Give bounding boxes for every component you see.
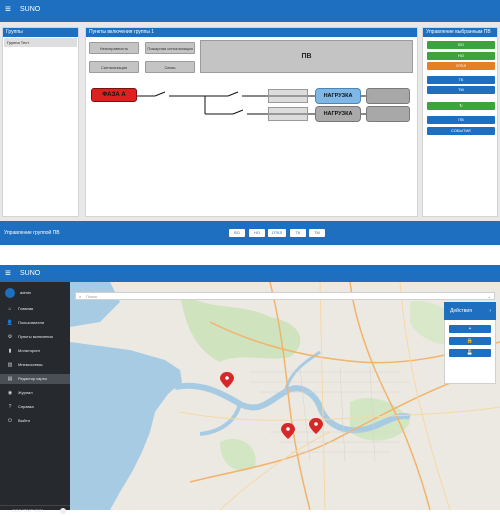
logout-icon: ⏻ <box>8 418 12 424</box>
theme-toggle-icon[interactable] <box>60 508 66 514</box>
sidebar-item-label: Редактор карты <box>18 376 48 381</box>
chevron-right-icon[interactable]: › <box>489 302 491 320</box>
monitoring-icon: ▮ <box>8 348 12 354</box>
sidebar-item-label: Журнал <box>18 390 33 395</box>
sidebar-item-label: Справка <box>18 404 34 409</box>
help-icon: ? <box>8 404 12 410</box>
device-box-2 <box>366 106 410 122</box>
signaling-button[interactable]: Сигнализация <box>89 61 139 73</box>
group-no-button[interactable]: НО <box>249 229 265 237</box>
tm-button[interactable]: ТМ <box>427 86 495 94</box>
cell-box <box>268 96 308 103</box>
groups-panel-title: Группы <box>3 28 78 37</box>
menu-icon[interactable]: ≡ <box>5 4 11 15</box>
sidebar-item-logout[interactable]: ⏻ Выйти <box>0 416 70 426</box>
group-vo-button[interactable]: ВО <box>229 229 245 237</box>
group-control-bar: Управление группой ПВ ВО НО ОТКЛ ТК ТМ <box>0 221 500 245</box>
map-editor-icon: ▤ <box>7 376 13 382</box>
footer-copyright: ООО "ПМГ" 2021 <box>12 508 44 513</box>
fault-button[interactable]: Неисправность <box>89 42 139 54</box>
lock-button[interactable]: 🔒 <box>449 337 491 345</box>
sidebar-item-map-editor[interactable]: ▤ Редактор карты <box>0 374 70 384</box>
vo-button[interactable]: ВО <box>427 41 495 49</box>
sidebar-item-label: Главная <box>18 306 34 311</box>
sidebar-item-label: Мониторинг <box>18 348 41 353</box>
app-title: SUNO <box>20 6 41 13</box>
pv-button[interactable]: ПВ <box>427 116 495 124</box>
tk-button[interactable]: ТК <box>427 76 495 84</box>
switch-points-icon: ⚙ <box>7 334 13 340</box>
load-indicator-1[interactable]: НАГРУЗКА <box>315 88 361 104</box>
group-tk-button[interactable]: ТК <box>290 229 306 237</box>
switching-points-screen: ≡ SUNO Группы Группа Тест Пункты включен… <box>0 0 500 245</box>
cell-box <box>268 114 308 121</box>
sidebar-item-users[interactable]: 👤 Пользователи <box>0 318 70 328</box>
pv-indicator[interactable]: ПВ <box>200 40 413 73</box>
map-editor-screen: ≡ SUNO admin ⌂ Главная 👤 Пользователи ⚙ Пун… <box>0 265 500 514</box>
mnemonic-icon: ▥ <box>7 362 13 368</box>
save-button[interactable]: 💾 <box>449 349 491 357</box>
sidebar-item-label: Пункты включения <box>18 334 53 339</box>
actions-header[interactable]: Действия › <box>444 302 496 320</box>
group-control-label: Управление группой ПВ <box>4 230 60 236</box>
groups-panel: Группы Группа Тест <box>2 27 79 217</box>
switching-points-title: Пункты включения группы 1 <box>86 28 417 37</box>
cell-box <box>268 89 308 96</box>
control-panel-title: Управление выбранным ПВ <box>423 28 497 37</box>
map-search-bar[interactable]: ⌕ Поиск ⌄ <box>75 292 495 300</box>
off-button[interactable]: ОТКЛ <box>427 62 495 70</box>
add-button[interactable]: + <box>449 325 491 333</box>
user-avatar-icon[interactable] <box>5 288 15 298</box>
sidebar-item-mnemonic[interactable]: ▥ Мнемосхемы <box>0 360 70 370</box>
load-indicator-2[interactable]: НАГРУЗКА <box>315 106 361 122</box>
sidebar-item-label: Мнемосхемы <box>18 362 43 367</box>
search-icon: ⌕ <box>79 294 82 299</box>
event-button[interactable]: СОБЫТИЕ <box>427 127 495 135</box>
link-button[interactable]: Связь <box>145 61 195 73</box>
users-icon: 👤 <box>6 320 14 326</box>
actions-title: Действия <box>450 308 472 314</box>
phase-a-indicator[interactable]: ФАЗА А <box>91 88 137 102</box>
fire-alarm-button[interactable]: Пожарная сигнализация <box>145 42 195 54</box>
group-tm-button[interactable]: ТМ <box>309 229 325 237</box>
sidebar-item-switch-points[interactable]: ⚙ Пункты включения <box>0 332 70 342</box>
city-map[interactable] <box>70 282 500 510</box>
sidebar-footer: ООО "ПМГ" 2021 <box>0 505 70 515</box>
menu-icon[interactable]: ≡ <box>5 268 11 279</box>
sidebar-item-label: Пользователи <box>18 320 45 325</box>
cell-box <box>268 107 308 114</box>
chevron-down-icon[interactable]: ⌄ <box>488 293 491 300</box>
device-box-1 <box>366 88 410 104</box>
home-icon: ⌂ <box>8 306 12 312</box>
refresh-button[interactable]: ↻ <box>427 102 495 110</box>
map-app-title: SUNO <box>20 270 41 277</box>
sidebar-item-home[interactable]: ⌂ Главная <box>0 304 70 314</box>
group-list-item[interactable]: Группа Тест <box>4 38 77 47</box>
user-name: admin <box>20 290 31 295</box>
map-canvas[interactable] <box>70 282 500 510</box>
no-button[interactable]: НО <box>427 52 495 60</box>
journal-icon: ◉ <box>7 390 13 396</box>
top-app-bar: ≡ SUNO <box>0 0 500 22</box>
sidebar-item-journal[interactable]: ◉ Журнал <box>0 388 70 398</box>
search-input[interactable]: Поиск <box>86 293 97 300</box>
map-app-bar: ≡ SUNO <box>0 265 500 282</box>
sidebar-item-label: Выйти <box>18 418 30 423</box>
group-off-button[interactable]: ОТКЛ <box>268 229 286 237</box>
sidebar-item-monitoring[interactable]: ▮ Мониторинг <box>0 346 70 356</box>
sidebar: admin ⌂ Главная 👤 Пользователи ⚙ Пункты вкл… <box>0 282 70 514</box>
sidebar-item-help[interactable]: ? Справка <box>0 402 70 412</box>
